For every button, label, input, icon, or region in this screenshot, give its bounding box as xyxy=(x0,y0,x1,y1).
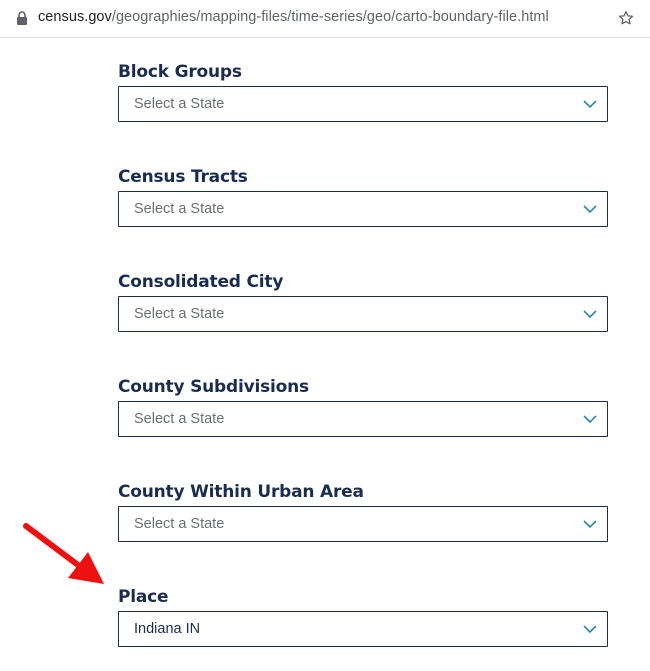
star-icon[interactable] xyxy=(617,9,635,27)
state-select[interactable]: Select a State xyxy=(118,86,608,122)
chevron-down-icon xyxy=(583,100,597,109)
chevron-down-icon xyxy=(583,415,597,424)
lock-icon xyxy=(17,11,27,25)
field-label: County Subdivisions xyxy=(118,377,309,397)
field-place: Place Indiana IN xyxy=(118,586,608,647)
select-value: Select a State xyxy=(134,306,225,322)
field-label: Block Groups xyxy=(118,62,242,82)
url-host: census.gov xyxy=(38,9,112,25)
select-value: Indiana IN xyxy=(134,621,201,637)
chevron-down-icon xyxy=(583,310,597,319)
field-census-tracts: Census Tracts Select a State xyxy=(118,166,608,227)
field-consolidated-city: Consolidated City Select a State xyxy=(118,271,608,332)
state-select[interactable]: Indiana IN xyxy=(118,611,608,647)
state-select[interactable]: Select a State xyxy=(118,506,608,542)
browser-address-bar[interactable]: census.gov/geographies/mapping-files/tim… xyxy=(0,0,650,38)
url-text[interactable]: census.gov/geographies/mapping-files/tim… xyxy=(38,9,549,25)
field-label: County Within Urban Area xyxy=(118,482,364,502)
field-label: Consolidated City xyxy=(118,272,284,292)
url-path: /geographies/mapping-files/time-series/g… xyxy=(111,9,549,25)
state-select[interactable]: Select a State xyxy=(118,296,608,332)
field-label: Place xyxy=(118,587,169,607)
red-arrow-icon xyxy=(23,523,104,584)
chevron-down-icon xyxy=(583,205,597,214)
select-value: Select a State xyxy=(134,96,225,112)
state-select[interactable]: Select a State xyxy=(118,191,608,227)
field-county-subdivisions: County Subdivisions Select a State xyxy=(118,376,608,437)
field-block-groups: Block Groups Select a State xyxy=(118,61,608,122)
chevron-down-icon xyxy=(583,520,597,529)
state-select[interactable]: Select a State xyxy=(118,401,608,437)
select-value: Select a State xyxy=(134,411,225,427)
select-value: Select a State xyxy=(134,201,225,217)
field-county-within-urban-area: County Within Urban Area Select a State xyxy=(118,481,608,542)
field-label: Census Tracts xyxy=(118,167,248,187)
select-value: Select a State xyxy=(134,516,225,532)
chevron-down-icon xyxy=(583,625,597,634)
